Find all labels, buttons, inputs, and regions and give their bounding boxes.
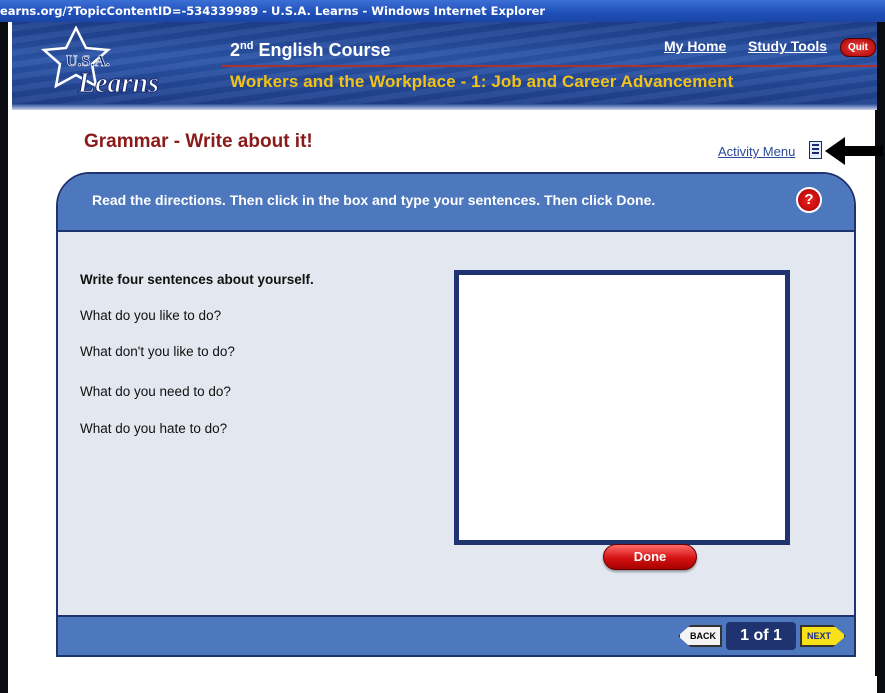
usa-learns-logo[interactable]: U.S.A. Learns bbox=[26, 26, 216, 100]
svg-text:Learns: Learns bbox=[77, 68, 159, 99]
answer-box bbox=[454, 270, 790, 545]
study-tools-link[interactable]: Study Tools bbox=[748, 38, 827, 54]
banner-divider bbox=[222, 65, 877, 67]
back-button[interactable]: BACK bbox=[678, 625, 722, 647]
quit-button[interactable]: Quit bbox=[840, 38, 876, 57]
activity-menu-link[interactable]: Activity Menu bbox=[718, 144, 795, 159]
prompt-heading: Write four sentences about yourself. bbox=[80, 272, 314, 287]
done-button[interactable]: Done bbox=[603, 544, 697, 570]
course-title: 2nd English Course bbox=[230, 40, 391, 60]
pointer-arrow-icon bbox=[825, 137, 883, 165]
unit-title: Workers and the Workplace - 1: Job and C… bbox=[230, 72, 734, 91]
pager: BACK 1 of 1 NEXT bbox=[676, 621, 846, 651]
page-counter: 1 of 1 bbox=[726, 622, 796, 650]
window-right-edge bbox=[875, 22, 885, 693]
page-bottom-margin bbox=[8, 676, 877, 693]
directions-text: Read the directions. Then click in the b… bbox=[92, 192, 656, 208]
activity-panel: Read the directions. Then click in the b… bbox=[56, 172, 856, 657]
banner-shadow bbox=[12, 104, 877, 110]
header-banner: U.S.A. Learns 2nd English Course Workers… bbox=[12, 22, 877, 104]
prompt-line: What do you need to do? bbox=[80, 384, 231, 399]
navigation-bar: BACK 1 of 1 NEXT bbox=[58, 615, 854, 655]
next-button[interactable]: NEXT bbox=[800, 625, 846, 647]
prompt-line: What do you hate to do? bbox=[80, 421, 228, 436]
activity-title: Grammar - Write about it! bbox=[84, 131, 313, 152]
window-title-bar: earns.org/?TopicContentID=-534339989 - U… bbox=[0, 0, 885, 22]
window-title: earns.org/?TopicContentID=-534339989 - U… bbox=[0, 4, 546, 18]
answer-textarea[interactable] bbox=[459, 275, 785, 540]
prompt-line: What don't you like to do? bbox=[80, 344, 235, 359]
activity-menu-icon[interactable] bbox=[809, 141, 822, 159]
prompt-line: What do you like to do? bbox=[80, 308, 222, 323]
help-icon[interactable]: ? bbox=[796, 187, 822, 213]
my-home-link[interactable]: My Home bbox=[664, 38, 726, 54]
directions-bar: Read the directions. Then click in the b… bbox=[58, 174, 854, 232]
